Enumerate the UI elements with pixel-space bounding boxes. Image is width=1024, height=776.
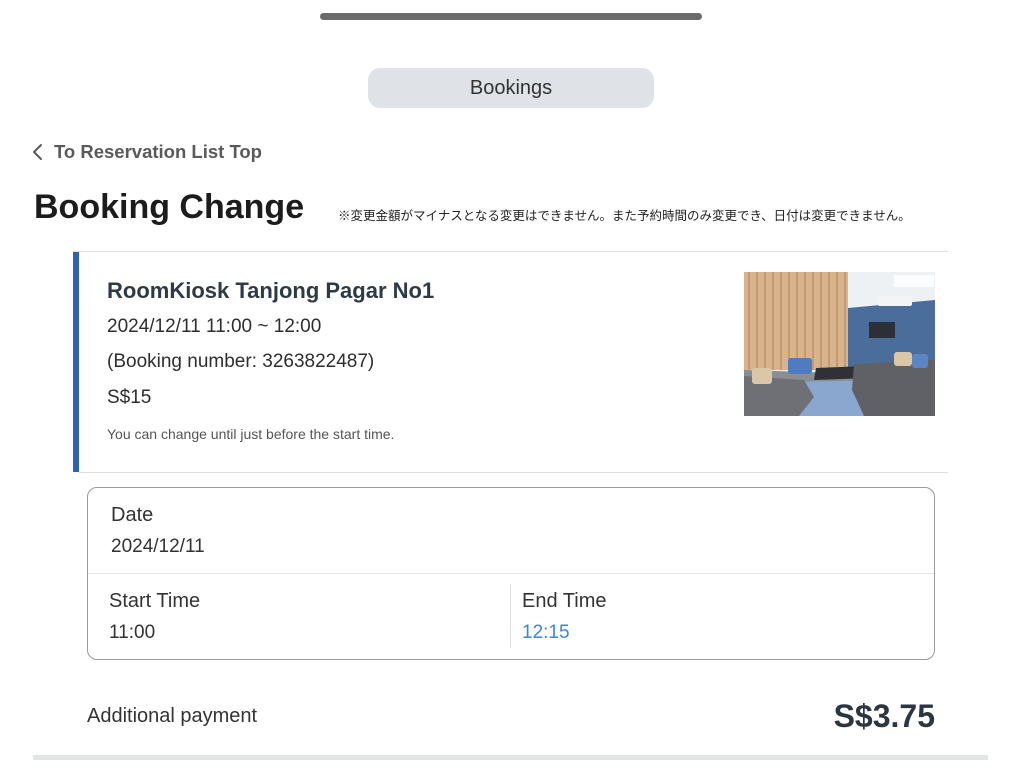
- change-deadline-note: You can change until just before the sta…: [107, 426, 395, 442]
- photo-blinds: [744, 272, 848, 370]
- photo-cushion: [752, 368, 772, 384]
- card-divider-bottom: [79, 472, 948, 473]
- booking-card: RoomKiosk Tanjong Pagar No1 2024/12/11 1…: [73, 252, 948, 473]
- end-time-label: End Time: [522, 590, 607, 612]
- photo-tv: [869, 322, 895, 338]
- date-value: 2024/12/11: [111, 536, 205, 557]
- photo-ceiling-light: [894, 275, 934, 287]
- additional-payment-amount: S$3.75: [833, 698, 935, 734]
- bottom-divider: [33, 755, 988, 760]
- chevron-left-icon: [33, 144, 42, 160]
- booking-price: S$15: [107, 387, 152, 408]
- photo-right-sofa: [852, 360, 935, 416]
- photo-cushion: [912, 354, 928, 368]
- end-time-value: 12:15: [522, 622, 570, 643]
- back-to-reservation-list-link[interactable]: To Reservation List Top: [30, 140, 262, 164]
- additional-payment-label: Additional payment: [87, 705, 258, 727]
- photo-blue-chair: [788, 358, 812, 374]
- booking-datetime: 2024/12/11 11:00 ~ 12:00: [107, 316, 322, 337]
- booking-number: (Booking number: 3263822487): [107, 351, 375, 372]
- room-name: RoomKiosk Tanjong Pagar No1: [107, 278, 435, 303]
- photo-air-conditioner: [878, 296, 912, 306]
- start-time-label: Start Time: [109, 590, 201, 612]
- drag-handle[interactable]: [320, 13, 702, 20]
- room-photo: [744, 272, 935, 416]
- date-field: Date 2024/12/11: [88, 488, 934, 573]
- time-change-form: Date 2024/12/11 Start Time 11:00 End Tim…: [87, 487, 935, 660]
- photo-cushion: [894, 352, 912, 366]
- start-time-value: 11:00: [109, 622, 156, 643]
- change-notice: ※変更金額がマイナスとなる変更はできません。また予約時間のみ変更でき、日付は変更…: [338, 209, 911, 223]
- back-link-label: To Reservation List Top: [54, 141, 262, 162]
- end-time-field[interactable]: End Time 12:15: [511, 574, 934, 659]
- bookings-tab[interactable]: Bookings: [368, 68, 654, 108]
- page-title: Booking Change: [34, 188, 305, 226]
- date-label: Date: [111, 504, 154, 526]
- start-time-field[interactable]: Start Time 11:00: [88, 574, 510, 659]
- booking-accent-bar: [73, 252, 79, 472]
